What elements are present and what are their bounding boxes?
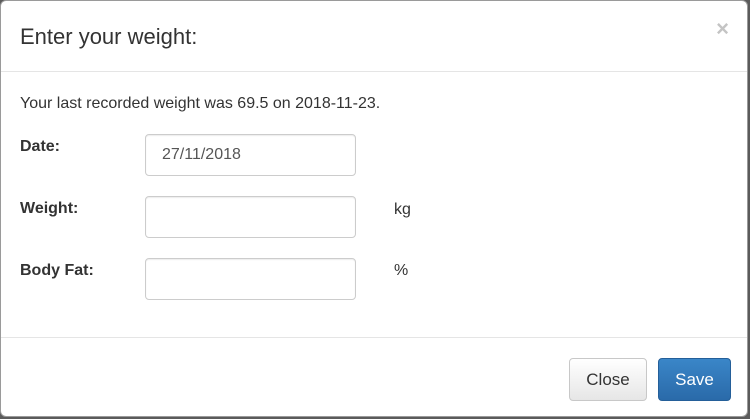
dialog-header: Enter your weight: × — [1, 1, 747, 72]
date-field[interactable] — [145, 134, 356, 176]
body-fat-unit: % — [394, 262, 409, 279]
save-button[interactable]: Save — [658, 358, 731, 401]
last-weight-info: Your last recorded weight was 69.5 on 20… — [20, 95, 381, 112]
body-fat-label: Body Fat: — [20, 262, 94, 279]
dialog-title: Enter your weight: — [20, 24, 198, 49]
weight-dialog: Enter your weight: × Your last recorded … — [0, 0, 748, 417]
weight-field[interactable] — [145, 196, 356, 238]
date-label: Date: — [20, 138, 61, 155]
weight-unit: kg — [394, 201, 411, 218]
dialog-body: Your last recorded weight was 69.5 on 20… — [1, 72, 747, 337]
close-icon[interactable]: × — [716, 18, 729, 40]
close-button[interactable]: Close — [569, 358, 647, 401]
body-fat-field[interactable] — [145, 258, 356, 300]
dialog-footer: Close Save — [1, 337, 747, 417]
weight-label: Weight: — [20, 200, 79, 217]
